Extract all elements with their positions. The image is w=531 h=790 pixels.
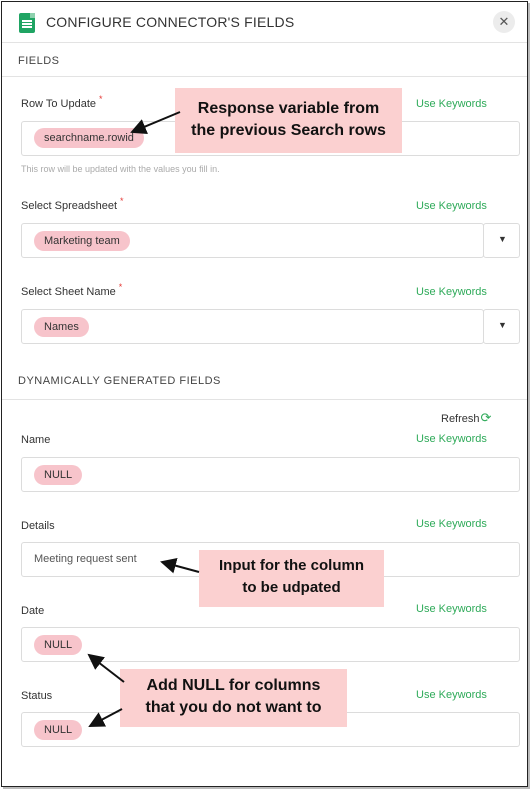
connector-config-dialog: CONFIGURE CONNECTOR'S FIELDS ✕ FIELDS Ro… <box>1 1 528 787</box>
arrow-to-date-chip <box>87 653 125 683</box>
arrow-to-status-chip <box>88 708 123 727</box>
arrow-to-details-value <box>160 557 200 574</box>
arrow-to-row-chip <box>130 111 181 134</box>
annotation-arrows <box>87 111 200 727</box>
